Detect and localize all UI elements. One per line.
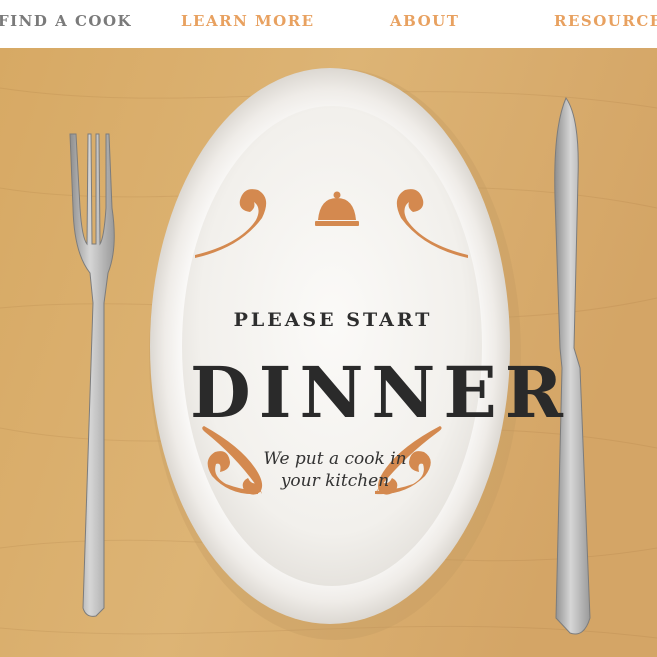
- plate-well: [182, 106, 482, 586]
- nav-resources[interactable]: RESOURCES: [554, 12, 657, 30]
- top-nav: FIND A COOK LEARN MORE ABOUT RESOURCES: [0, 0, 657, 48]
- hero-scene: PLEASE START DINNER We put a cook in you…: [0, 48, 657, 657]
- nav-learn-more[interactable]: LEARN MORE: [181, 12, 315, 30]
- hero-title: DINNER: [190, 351, 571, 434]
- tagline-line-1: We put a cook in: [263, 449, 407, 469]
- hero-kicker: PLEASE START: [233, 309, 433, 331]
- tagline-line-2: your kitchen: [280, 471, 390, 491]
- nav-about[interactable]: ABOUT: [390, 12, 459, 30]
- hero-tagline: We put a cook in your kitchen: [250, 448, 420, 492]
- nav-find-a-cook[interactable]: FIND A COOK: [0, 12, 132, 30]
